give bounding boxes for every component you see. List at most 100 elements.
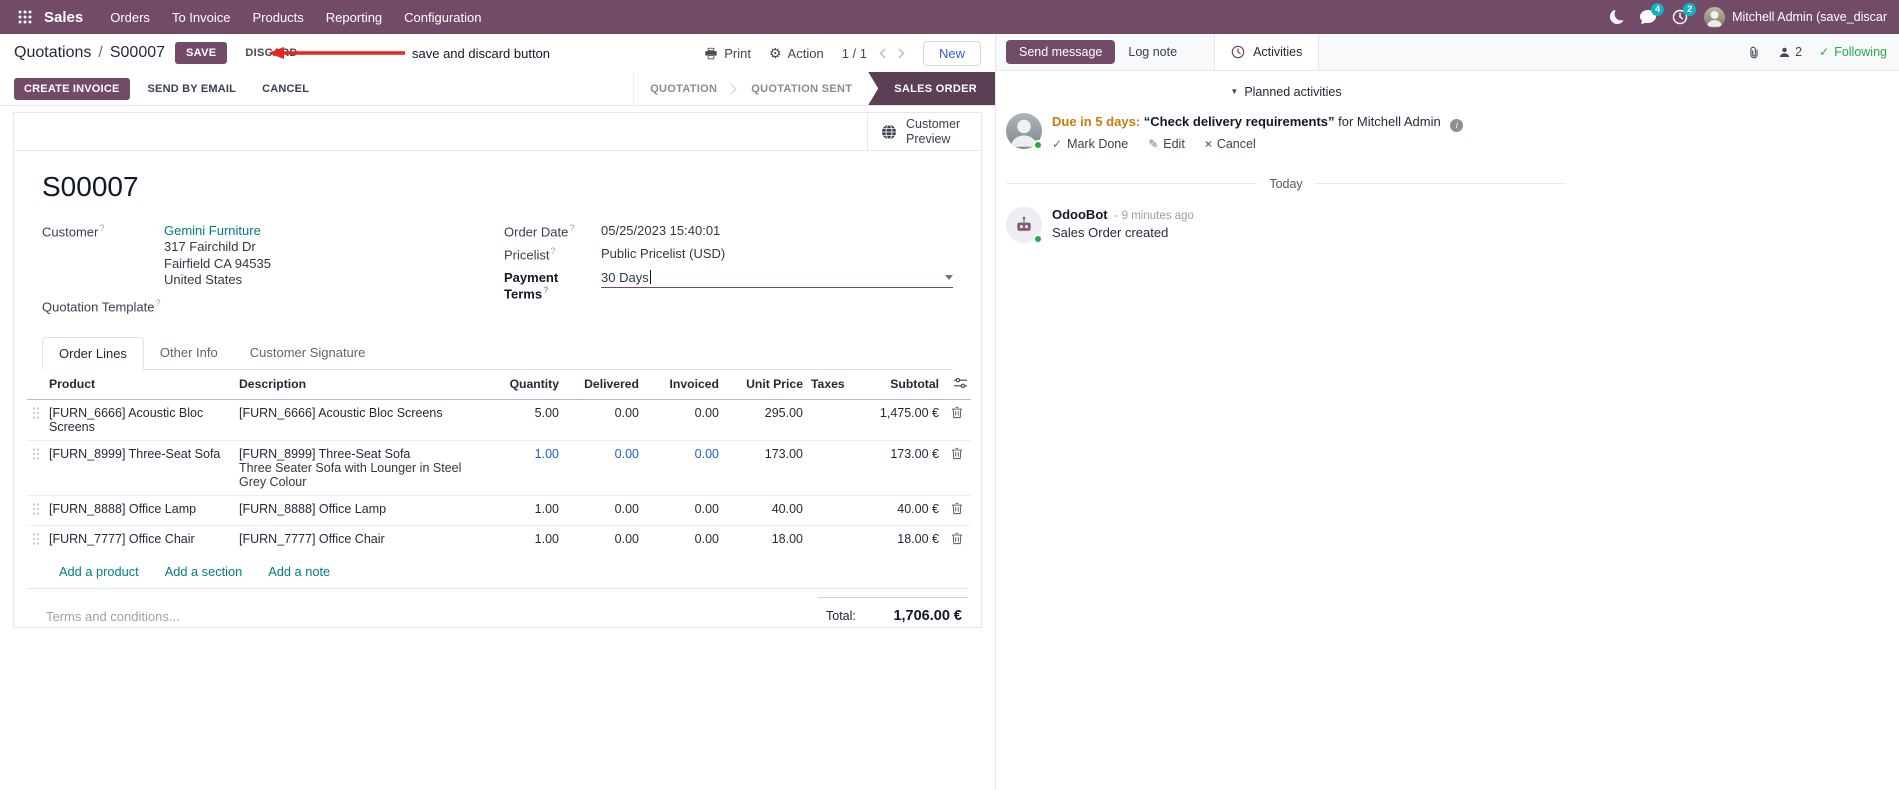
add-section-link[interactable]: Add a section (165, 564, 243, 579)
quantity-cell[interactable]: 5.00 (487, 398, 563, 441)
order-line-row[interactable]: [FURN_8999] Three-Seat Sofa [FURN_8999] … (27, 439, 971, 496)
drag-handle-icon[interactable] (27, 524, 45, 555)
stage-quotation-sent[interactable]: QUOTATION SENT (735, 72, 868, 105)
invoiced-cell[interactable]: 0.00 (643, 439, 723, 496)
tab-order-lines[interactable]: Order Lines (42, 336, 144, 370)
followers-button[interactable]: 2 (1778, 45, 1802, 59)
help-icon: ? (543, 284, 549, 295)
delivered-cell[interactable]: 0.00 (563, 398, 643, 441)
invoiced-column-header[interactable]: Invoiced (643, 369, 723, 400)
add-note-link[interactable]: Add a note (268, 564, 330, 579)
invoiced-cell[interactable]: 0.00 (643, 494, 723, 526)
invoiced-cell[interactable]: 0.00 (643, 398, 723, 441)
pager-next-icon[interactable] (898, 48, 905, 59)
activities-tab[interactable]: Activities (1214, 34, 1320, 70)
unit-price-cell[interactable]: 18.00 (723, 524, 807, 555)
delete-row-icon[interactable] (943, 398, 971, 441)
planned-activities-header[interactable]: ▼ Planned activities (1006, 85, 1566, 99)
taxes-cell[interactable] (807, 494, 853, 526)
info-icon[interactable]: i (1450, 118, 1464, 132)
action-button[interactable]: ⚙ Action (769, 46, 824, 61)
unit-price-cell[interactable]: 173.00 (723, 439, 807, 496)
save-button[interactable]: SAVE (175, 42, 228, 64)
quantity-cell[interactable]: 1.00 (487, 494, 563, 526)
attachment-paperclip-icon[interactable] (1747, 45, 1761, 60)
optional-columns-icon[interactable] (943, 369, 971, 400)
delete-row-icon[interactable] (943, 439, 971, 496)
quantity-cell[interactable]: 1.00 (487, 439, 563, 496)
delivered-cell[interactable]: 0.00 (563, 524, 643, 555)
product-column-header[interactable]: Product (45, 369, 235, 400)
payment-terms-input[interactable]: 30 Days (601, 270, 953, 288)
delete-row-icon[interactable] (943, 494, 971, 526)
taxes-cell[interactable] (807, 398, 853, 441)
taxes-cell[interactable] (807, 439, 853, 496)
send-by-email-button[interactable]: SEND BY EMAIL (140, 78, 245, 100)
product-cell[interactable]: [FURN_8999] Three-Seat Sofa (45, 439, 235, 496)
order-date-value[interactable]: 05/25/2023 15:40:01 (601, 223, 720, 238)
cancel-button[interactable]: CANCEL (254, 78, 317, 100)
print-button[interactable]: Print (704, 46, 751, 61)
description-cell[interactable]: [FURN_8999] Three-Seat Sofa Three Seater… (235, 439, 487, 496)
quantity-cell[interactable]: 1.00 (487, 524, 563, 555)
breadcrumb-quotations-link[interactable]: Quotations (14, 44, 91, 62)
description-cell[interactable]: [FURN_8888] Office Lamp (235, 494, 487, 526)
create-invoice-button[interactable]: CREATE INVOICE (14, 77, 130, 100)
activities-clock-icon[interactable]: 2 (1672, 3, 1697, 25)
order-line-row[interactable]: [FURN_8888] Office Lamp [FURN_8888] Offi… (27, 494, 971, 526)
unit-price-cell[interactable]: 295.00 (723, 398, 807, 441)
app-brand[interactable]: Sales (44, 9, 83, 26)
menu-configuration[interactable]: Configuration (393, 0, 492, 34)
menu-reporting[interactable]: Reporting (315, 0, 393, 34)
taxes-cell[interactable] (807, 524, 853, 555)
unit-price-cell[interactable]: 40.00 (723, 494, 807, 526)
delivered-cell[interactable]: 0.00 (563, 439, 643, 496)
order-line-row[interactable]: [FURN_6666] Acoustic Bloc Screens [FURN_… (27, 398, 971, 441)
user-menu[interactable]: Mitchell Admin (save_discar (1704, 6, 1887, 28)
new-button[interactable]: New (922, 40, 981, 66)
following-button[interactable]: ✓ Following (1819, 45, 1887, 59)
stage-quotation[interactable]: QUOTATION (634, 72, 733, 105)
menu-products[interactable]: Products (241, 0, 314, 34)
send-message-button[interactable]: Send message (1006, 40, 1116, 64)
product-cell[interactable]: [FURN_7777] Office Chair (45, 524, 235, 555)
edit-activity-button[interactable]: ✎ Edit (1148, 137, 1185, 151)
product-cell[interactable]: [FURN_6666] Acoustic Bloc Screens (45, 398, 235, 441)
quantity-column-header[interactable]: Quantity (487, 369, 563, 400)
customer-value-link[interactable]: Gemini Furniture (164, 223, 261, 238)
messages-icon[interactable]: 4 (1640, 3, 1665, 25)
pricelist-value[interactable]: Public Pricelist (USD) (601, 246, 725, 261)
cancel-activity-button[interactable]: × Cancel (1205, 137, 1256, 151)
add-product-link[interactable]: Add a product (59, 564, 139, 579)
pager-previous-icon[interactable] (879, 48, 886, 59)
drag-handle-icon[interactable] (27, 494, 45, 526)
delivered-cell[interactable]: 0.00 (563, 494, 643, 526)
message-author[interactable]: OdooBot (1052, 207, 1108, 222)
mark-done-button[interactable]: ✓ Mark Done (1052, 137, 1128, 151)
customer-preview-button[interactable]: Customer Preview (867, 113, 981, 150)
apps-grid-icon[interactable] (12, 4, 38, 30)
stage-sales-order[interactable]: SALES ORDER (868, 72, 995, 105)
drag-handle-icon[interactable] (27, 439, 45, 496)
description-column-header[interactable]: Description (235, 369, 487, 400)
menu-to-invoice[interactable]: To Invoice (161, 0, 242, 34)
delivered-column-header[interactable]: Delivered (563, 369, 643, 400)
delete-row-icon[interactable] (943, 524, 971, 555)
dropdown-caret-icon[interactable] (945, 274, 953, 280)
drag-handle-icon[interactable] (27, 398, 45, 441)
description-cell[interactable]: [FURN_7777] Office Chair (235, 524, 487, 555)
taxes-column-header[interactable]: Taxes (807, 369, 853, 400)
tab-customer-signature[interactable]: Customer Signature (234, 337, 382, 369)
menu-orders[interactable]: Orders (99, 0, 161, 34)
dark-mode-moon-icon[interactable] (1610, 10, 1624, 24)
terms-placeholder[interactable]: Terms and conditions... (46, 589, 180, 624)
order-line-row[interactable]: [FURN_7777] Office Chair [FURN_7777] Off… (27, 524, 971, 555)
order-title[interactable]: S00007 (42, 171, 953, 203)
description-cell[interactable]: [FURN_6666] Acoustic Bloc Screens (235, 398, 487, 441)
unit-price-column-header[interactable]: Unit Price (723, 369, 807, 400)
invoiced-cell[interactable]: 0.00 (643, 524, 723, 555)
product-cell[interactable]: [FURN_8888] Office Lamp (45, 494, 235, 526)
tab-other-info[interactable]: Other Info (144, 337, 234, 369)
log-note-button[interactable]: Log note (1115, 40, 1190, 64)
subtotal-column-header[interactable]: Subtotal (853, 369, 943, 400)
